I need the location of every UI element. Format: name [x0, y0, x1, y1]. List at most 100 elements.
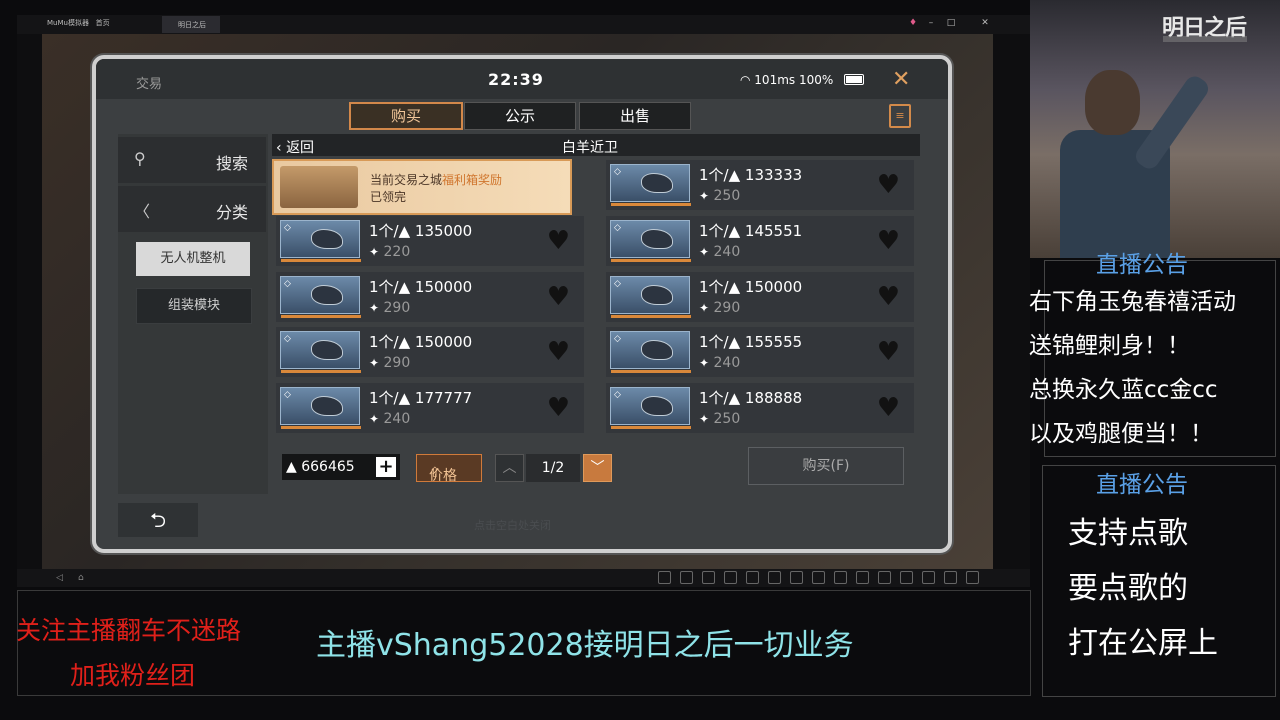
- multi-window-icon[interactable]: [724, 571, 737, 584]
- chest-icon: [280, 166, 358, 208]
- volume-icon[interactable]: [856, 571, 869, 584]
- close-icon[interactable]: ✕: [892, 67, 910, 92]
- return-button[interactable]: ⮌: [118, 503, 198, 537]
- rotate-icon[interactable]: [900, 571, 913, 584]
- list-item[interactable]: ◇ 1个/▲ 150000 ✦ 290 ♥: [276, 327, 584, 377]
- location-icon[interactable]: [944, 571, 957, 584]
- category-label: 分类: [215, 203, 248, 222]
- fullscreen-icon[interactable]: [834, 571, 847, 584]
- diamond-icon: ◇: [614, 167, 621, 177]
- balance-value: ▲ 666465: [286, 459, 355, 475]
- keyboard-icon[interactable]: [658, 571, 671, 584]
- announcement-line: 右下角玉兔春禧活动: [1029, 289, 1236, 315]
- favorite-heart-icon[interactable]: ♥: [877, 395, 900, 421]
- item-rate: ✦ 250: [699, 188, 740, 204]
- reward-text: 当前交易之城福利箱奖励: [370, 171, 502, 188]
- item-rate: ✦ 290: [369, 355, 410, 371]
- item-rate: ✦ 290: [699, 300, 740, 316]
- buy-button[interactable]: 购买(F): [748, 447, 904, 485]
- category-button[interactable]: 〈 分类: [118, 186, 266, 232]
- home-tab-label[interactable]: 首页: [96, 19, 110, 27]
- emulator-game-tab[interactable]: 明日之后: [162, 16, 220, 33]
- song-request-line: 要点歌的: [1068, 571, 1188, 606]
- favorite-heart-icon[interactable]: ♥: [547, 228, 570, 254]
- drone-thumbnail: ◇: [280, 220, 361, 262]
- tab-buy[interactable]: 购买: [349, 102, 463, 130]
- skin-icon[interactable]: ♦: [908, 18, 918, 28]
- item-price: 1个/▲ 177777: [369, 389, 473, 407]
- more-icon[interactable]: [966, 571, 979, 584]
- favorite-heart-icon[interactable]: ♥: [547, 284, 570, 310]
- page-up-button[interactable]: ︿: [495, 454, 524, 482]
- macro-icon[interactable]: [812, 571, 825, 584]
- favorite-heart-icon[interactable]: ♥: [877, 172, 900, 198]
- list-item[interactable]: ◇ 1个/▲ 188888 ✦ 250 ♥: [606, 383, 914, 433]
- add-currency-button[interactable]: +: [376, 457, 396, 477]
- folder-icon[interactable]: [922, 571, 935, 584]
- item-rate-value: 220: [383, 244, 411, 260]
- gamepad-icon[interactable]: [680, 571, 693, 584]
- rate-icon: ✦: [699, 301, 710, 315]
- notes-icon[interactable]: ≡: [889, 104, 911, 128]
- item-rate-value: 240: [713, 244, 741, 260]
- tab-notice[interactable]: 公示: [464, 102, 576, 130]
- favorite-heart-icon[interactable]: ♥: [547, 395, 570, 421]
- item-rate-value: 240: [383, 411, 411, 427]
- trade-panel: 交易 22:39 ◠ 101ms 100% ✕ 购买 公示 出售 ≡ ⚲ 搜索 …: [92, 55, 952, 553]
- item-rate: ✦ 250: [699, 411, 740, 427]
- record-icon[interactable]: [746, 571, 759, 584]
- reward-highlight: 福利箱奖励: [442, 173, 503, 187]
- follow-text: 关注主播翻车不迷路: [16, 616, 242, 645]
- close-window-icon[interactable]: ✕: [980, 18, 990, 28]
- reward-prefix: 当前交易之城: [370, 173, 443, 187]
- item-price: 1个/▲ 150000: [369, 278, 473, 296]
- emulator-app-tab[interactable]: MuMu模拟器 首页: [47, 18, 110, 28]
- favorite-heart-icon[interactable]: ♥: [877, 339, 900, 365]
- diamond-icon: ◇: [284, 390, 291, 400]
- diamond-icon: ◇: [614, 279, 621, 289]
- tab-sell[interactable]: 出售: [579, 102, 691, 130]
- keymap-icon[interactable]: [790, 571, 803, 584]
- list-item[interactable]: ◇ 1个/▲ 145551 ✦ 240 ♥: [606, 216, 914, 266]
- home-nav-icon[interactable]: ⌂: [78, 573, 84, 583]
- page-down-button[interactable]: ﹀: [583, 454, 612, 482]
- item-price: 1个/▲ 133333: [699, 166, 803, 184]
- business-text: 主播vShang52028接明日之后一切业务: [316, 628, 854, 663]
- back-link[interactable]: ‹ 返回: [276, 137, 314, 157]
- reward-status: 已领完: [370, 190, 407, 204]
- reward-banner: 当前交易之城福利箱奖励 已领完: [272, 159, 572, 215]
- list-item[interactable]: ◇ 1个/▲ 150000 ✦ 290 ♥: [606, 272, 914, 322]
- diamond-icon: ◇: [284, 334, 291, 344]
- item-rate: ✦ 290: [369, 300, 410, 316]
- favorite-heart-icon[interactable]: ♥: [877, 284, 900, 310]
- list-item[interactable]: ◇ 1个/▲ 133333 ✦ 250 ♥: [606, 160, 914, 210]
- character-head: [1085, 70, 1140, 135]
- cursor-icon[interactable]: [702, 571, 715, 584]
- favorite-heart-icon[interactable]: ♥: [877, 228, 900, 254]
- back-nav-icon[interactable]: ◁: [56, 573, 63, 583]
- screenshot-icon[interactable]: [768, 571, 781, 584]
- search-button[interactable]: ⚲ 搜索: [118, 137, 266, 183]
- price-sort-button[interactable]: ⇧ 价格: [416, 454, 482, 484]
- diamond-icon: ◇: [614, 390, 621, 400]
- rate-icon: ✦: [369, 356, 380, 370]
- rate-icon: ✦: [699, 245, 710, 259]
- list-item[interactable]: ◇ 1个/▲ 177777 ✦ 240 ♥: [276, 383, 584, 433]
- list-item[interactable]: ◇ 1个/▲ 135000 ✦ 220 ♥: [276, 216, 584, 266]
- maximize-icon[interactable]: □: [946, 18, 956, 28]
- wifi-icon: ◠: [740, 73, 755, 87]
- sidebar-item-drone[interactable]: 无人机整机: [136, 242, 250, 276]
- sidebar-item-module[interactable]: 组装模块: [136, 288, 252, 324]
- search-icon: ⚲: [134, 149, 146, 168]
- list-item[interactable]: ◇ 1个/▲ 155555 ✦ 240 ♥: [606, 327, 914, 377]
- favorite-heart-icon[interactable]: ♥: [547, 339, 570, 365]
- rate-icon: ✦: [369, 245, 380, 259]
- minimize-icon[interactable]: –: [926, 18, 936, 28]
- network-status: ◠ 101ms 100%: [740, 73, 833, 87]
- item-rate-value: 250: [713, 188, 741, 204]
- item-rate: ✦ 240: [699, 244, 740, 260]
- game-tab-label: 明日之后: [178, 21, 206, 29]
- list-item[interactable]: ◇ 1个/▲ 150000 ✦ 290 ♥: [276, 272, 584, 322]
- shake-icon[interactable]: [878, 571, 891, 584]
- rate-icon: ✦: [369, 301, 380, 315]
